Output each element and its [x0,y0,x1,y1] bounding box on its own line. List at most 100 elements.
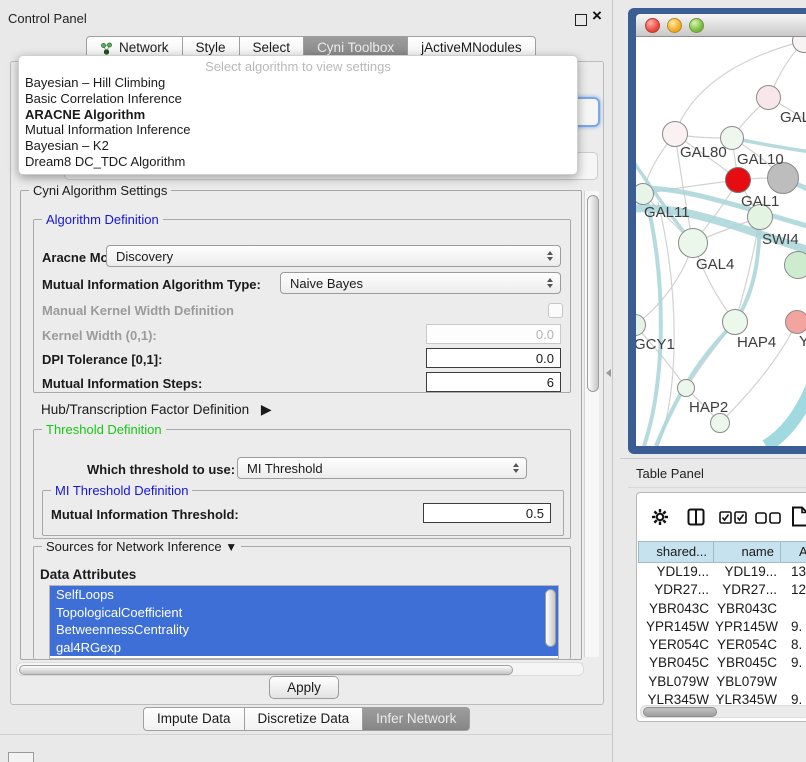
table-panel: shared... name A YDL19...YDL19...13 YDR2… [636,492,806,722]
panel-splitter[interactable] [612,0,613,762]
table-panel-title: Table Panel [636,466,704,481]
tab-impute-data[interactable]: Impute Data [143,707,245,731]
zoom-traffic-light-icon[interactable] [689,18,704,33]
close-icon[interactable]: × [592,6,602,26]
node-label: GAL80 [680,144,727,161]
manual-kernel-checkbox[interactable] [548,303,563,318]
application-window: Control Panel × Network Style Select Cyn… [0,0,806,762]
bottom-tabbar: Impute Data Discretize Data Infer Networ… [143,707,470,731]
settings-hscrollbar-thumb[interactable] [19,665,513,675]
file-icon[interactable] [791,506,806,527]
tab-infer-network[interactable]: Infer Network [362,707,470,731]
tab-discretize-data[interactable]: Discretize Data [244,707,364,731]
minimized-panel-icon[interactable] [8,752,34,762]
network-node-gal1[interactable] [725,167,751,193]
algorithm-option[interactable]: Bayesian – K2 [19,138,577,154]
table-hscrollbar-thumb[interactable] [643,707,717,717]
algorithm-option[interactable]: Dream8 DC_TDC Algorithm [19,154,577,170]
network-view-window: GAL GAL80 GAL10 GAL1 SWI4 GAL11 GAL4 GCY… [628,8,806,454]
table-row[interactable]: YER054CYER054C8. [639,636,806,654]
network-node[interactable] [784,251,806,279]
hub-definition-toggle[interactable]: Hub/Transcription Factor Definition ▶ [41,401,272,418]
mi-type-label: Mutual Information Algorithm Type: [42,277,261,292]
sources-group-title: Sources for Network Inference ▼ [42,539,241,554]
table-panel-divider2 [628,487,806,488]
settings-group-title: Cyni Algorithm Settings [29,183,171,198]
network-node[interactable] [756,85,781,110]
stepper-arrows-icon [547,251,553,261]
algorithm-option[interactable]: Basic Correlation Inference [19,91,577,107]
manual-kernel-label: Manual Kernel Width Definition [42,303,234,318]
network-icon [100,42,113,55]
table-row[interactable]: YPR145WYPR145W9. [639,618,806,636]
network-node-hap2[interactable] [677,379,695,397]
network-window-titlebar[interactable] [636,14,806,37]
network-node-gal4[interactable] [678,228,708,258]
mi-steps-field[interactable]: 6 [426,372,561,392]
network-node[interactable] [785,310,806,334]
attribute-item[interactable]: BetweennessCentrality [50,621,558,639]
collapse-down-icon[interactable]: ▼ [225,540,237,554]
node-label: HAP2 [689,399,728,416]
table-row[interactable]: YBR043CYBR043C [639,600,806,618]
table-hscrollbar-track[interactable] [640,705,806,718]
settings-hscrollbar-track[interactable] [16,662,584,676]
node-label: GAL [780,109,806,126]
network-node[interactable] [710,413,730,433]
node-label: Y [799,333,806,350]
splitter-collapse-icon[interactable] [606,369,611,377]
mi-threshold-group: MI Threshold Definition Mutual Informati… [42,490,564,536]
algorithm-definition-title: Algorithm Definition [42,212,163,227]
node-label: GAL11 [644,204,690,221]
node-label: GCY1 [636,336,675,353]
settings-scrollbar-thumb[interactable] [587,195,599,392]
attribute-item[interactable]: gal4RGexp [50,639,558,657]
algorithm-option[interactable]: Mutual Information Inference [19,122,577,138]
mi-steps-label: Mutual Information Steps: [42,376,202,391]
table-row[interactable]: YBR045CYBR045C9. [639,654,806,672]
threshold-definition-title: Threshold Definition [42,422,166,437]
checked-boxes-icon[interactable] [719,511,747,524]
gear-icon[interactable] [651,508,669,526]
node-label: GAL4 [696,256,734,273]
mi-threshold-field[interactable]: 0.5 [423,503,551,523]
apply-button[interactable]: Apply [269,676,339,699]
algorithm-option-selected[interactable]: ARACNE Algorithm [19,107,577,123]
table-row[interactable]: YBL079WYBL079W [639,673,806,691]
stepper-arrows-icon [547,278,553,288]
close-traffic-light-icon[interactable] [645,18,660,33]
network-canvas[interactable]: GAL GAL80 GAL10 GAL1 SWI4 GAL11 GAL4 GCY… [636,37,806,446]
table-panel-divider [620,458,806,459]
attribute-item[interactable]: TopologicalCoefficient [50,604,558,622]
minimize-traffic-light-icon[interactable] [667,18,682,33]
list-scrollbar-thumb[interactable] [545,589,556,647]
expand-right-icon[interactable]: ▶ [261,401,272,417]
node-label: SWI4 [762,231,799,248]
table-row[interactable]: YDR27...YDR27...12 [639,581,806,599]
settings-scrollbar-track[interactable] [584,191,599,657]
column-header-shared[interactable]: shared... [638,541,714,563]
stepper-arrows-icon [513,463,519,473]
node-label: HAP4 [737,334,776,351]
algorithm-option[interactable]: Bayesian – Hill Climbing [19,75,577,91]
column-header-name[interactable]: name [713,541,781,563]
columns-icon[interactable] [687,508,705,526]
mi-type-select[interactable]: Naive Bayes [280,272,561,294]
table-row[interactable]: YDL19...YDL19...13 [639,563,806,581]
unchecked-boxes-icon[interactable] [755,512,781,524]
table-body: YDL19...YDL19...13 YDR27...YDR27...12 YB… [639,563,806,715]
kernel-width-field[interactable]: 0.0 [426,324,561,344]
dpi-tolerance-field[interactable]: 0.0 [426,348,561,368]
column-header-3[interactable]: A [780,541,806,563]
network-node-hap4[interactable] [722,309,748,335]
control-panel-title: Control Panel [8,11,87,26]
tab-network-label: Network [119,40,169,56]
aracne-mode-select[interactable]: Discovery [106,245,561,267]
node-label: GAL1 [741,193,779,210]
kernel-width-label: Kernel Width (0,1): [42,328,157,343]
mi-threshold-group-title: MI Threshold Definition [51,483,192,498]
cyni-algorithm-settings-group: Cyni Algorithm Settings Algorithm Defini… [20,190,582,660]
attribute-item[interactable]: SelfLoops [50,586,558,604]
float-window-icon[interactable] [575,14,587,26]
which-threshold-select[interactable]: MI Threshold [237,457,527,479]
